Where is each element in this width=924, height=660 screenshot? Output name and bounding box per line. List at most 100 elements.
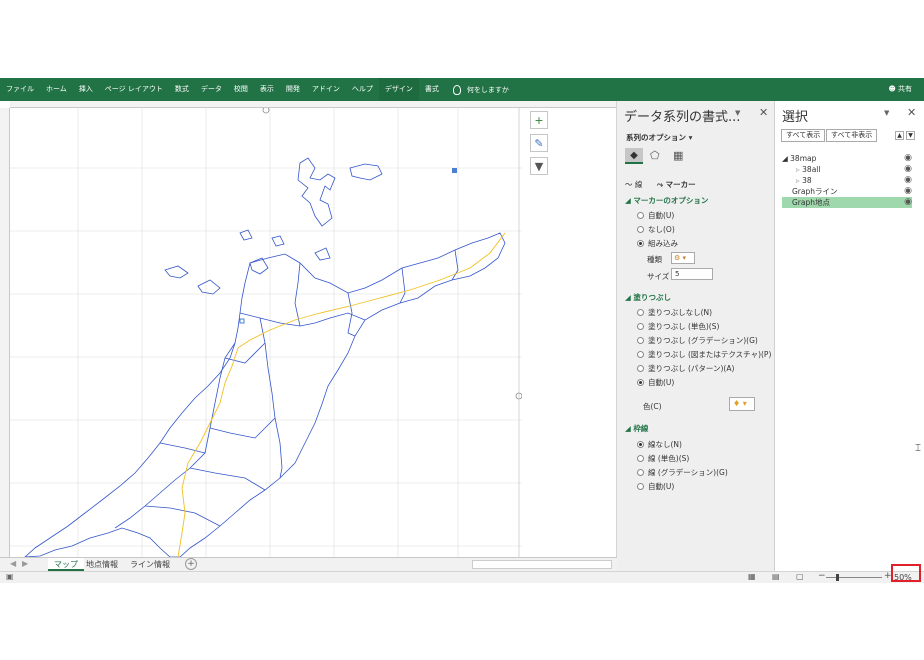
map-chart[interactable]	[10, 108, 522, 557]
bring-forward-icon[interactable]: ▲	[895, 131, 904, 140]
eye-icon[interactable]: ◉	[904, 186, 912, 197]
selection-item-38map[interactable]: ◢ 38map ◉	[782, 153, 912, 164]
type-label: 種類	[647, 255, 662, 264]
eye-icon[interactable]: ◉	[904, 175, 912, 186]
tell-me-box[interactable]: 何をしますか	[445, 84, 509, 95]
border-solid-label: 線 (単色)(S)	[648, 454, 690, 463]
tab-formulas[interactable]: 数式	[169, 78, 195, 101]
tab-home[interactable]: ホーム	[40, 78, 73, 101]
row-header	[0, 108, 10, 557]
column-header	[10, 101, 616, 108]
marker-subtab[interactable]: ⤳ マーカー	[657, 179, 696, 190]
hide-all-button[interactable]: すべて非表示	[826, 129, 878, 142]
chart-styles-button[interactable]: ✎	[530, 134, 548, 152]
series-options-dropdown[interactable]: 系列のオプション ▾	[626, 132, 692, 143]
tab-format[interactable]: 書式	[419, 78, 445, 101]
marker-size-input[interactable]: 5	[671, 268, 713, 280]
fill-auto-option[interactable]: 自動(U)	[637, 377, 674, 388]
close-icon[interactable]: ✕	[907, 106, 916, 119]
fill-none-label: 塗りつぶしなし(N)	[648, 308, 713, 317]
border-section[interactable]: ◢ 枠線	[625, 423, 648, 434]
zoom-slider-thumb[interactable]	[836, 574, 839, 581]
marker-none-option[interactable]: なし(O)	[637, 224, 675, 235]
fill-line-tab-icon[interactable]: ◆	[625, 148, 643, 164]
marker-options-section[interactable]: ◢ マーカーのオプション	[625, 195, 708, 206]
tab-addins[interactable]: アドイン	[306, 78, 346, 101]
excel-window: ファイル ホーム 挿入 ページ レイアウト 数式 データ 校閲 表示 開発 アド…	[0, 78, 924, 583]
tab-design[interactable]: デザイン	[378, 78, 419, 101]
radio-icon	[637, 309, 644, 316]
eye-icon[interactable]: ◉	[904, 153, 912, 164]
radio-icon	[637, 323, 644, 330]
radio-icon	[637, 365, 644, 372]
page-layout-view-icon[interactable]: ▤	[772, 572, 780, 581]
zoom-slider-track[interactable]	[826, 577, 882, 578]
color-label: 色(C)	[643, 402, 662, 411]
marker-type-select[interactable]: ⚙ ▾	[671, 252, 695, 264]
pane-options-chevron-icon[interactable]: ▼	[884, 109, 889, 117]
fill-picture-option[interactable]: 塗りつぶし (図またはテクスチャ)(P)	[637, 349, 771, 360]
graph-point-marker-selected[interactable]	[239, 318, 245, 324]
tab-file[interactable]: ファイル	[0, 78, 40, 101]
horizontal-scrollbar[interactable]	[472, 560, 612, 569]
line-subtab[interactable]: 〜 線	[625, 179, 642, 190]
share-button[interactable]: ☻ 共有	[888, 78, 912, 101]
tab-view[interactable]: 表示	[254, 78, 280, 101]
fill-section[interactable]: ◢ 塗りつぶし	[625, 292, 671, 303]
sheet-tab-map[interactable]: マップ	[48, 558, 84, 571]
fill-solid-option[interactable]: 塗りつぶし (単色)(S)	[637, 321, 719, 332]
selection-item-graph-line[interactable]: Graphライン ◉	[782, 186, 912, 197]
chart-filters-button[interactable]: ▼	[530, 157, 548, 175]
add-sheet-icon[interactable]: +	[185, 558, 197, 570]
fill-gradient-option[interactable]: 塗りつぶし (グラデーション)(G)	[637, 335, 758, 346]
sheet-tab-points[interactable]: 地点情報	[80, 558, 124, 571]
normal-view-icon[interactable]: ▦	[748, 572, 756, 581]
pane-options-chevron-icon[interactable]: ▼	[735, 109, 740, 117]
border-auto-option[interactable]: 自動(U)	[637, 481, 674, 492]
radio-icon	[637, 469, 644, 476]
marker-auto-label: 自動(U)	[648, 211, 675, 220]
tab-developer[interactable]: 開発	[280, 78, 306, 101]
fill-pattern-label: 塗りつぶし (パターン)(A)	[648, 364, 735, 373]
zoom-out-button[interactable]: −	[818, 571, 826, 581]
selection-pane-title: 選択	[782, 110, 809, 125]
tab-page-layout[interactable]: ページ レイアウト	[99, 78, 169, 101]
border-section-label: 枠線	[633, 424, 649, 433]
graph-point-marker[interactable]	[452, 168, 457, 173]
series-options-tab-icon[interactable]: ▦	[673, 149, 683, 162]
chart-resize-handle-top[interactable]	[262, 108, 270, 114]
tab-help[interactable]: ヘルプ	[346, 78, 379, 101]
border-none-option[interactable]: 線なし(N)	[637, 439, 682, 450]
effects-tab-icon[interactable]: ⬠	[650, 149, 660, 162]
send-backward-icon[interactable]: ▼	[906, 131, 915, 140]
eye-icon[interactable]: ◉	[904, 164, 912, 175]
item-name: 38map	[790, 154, 817, 163]
fill-none-option[interactable]: 塗りつぶしなし(N)	[637, 307, 712, 318]
tab-data[interactable]: データ	[195, 78, 228, 101]
border-gradient-option[interactable]: 線 (グラデーション)(G)	[637, 467, 728, 478]
fill-pattern-option[interactable]: 塗りつぶし (パターン)(A)	[637, 363, 734, 374]
tab-scroll-left-icon[interactable]: ◀	[10, 559, 16, 568]
chart-elements-button[interactable]: +	[530, 111, 548, 129]
border-solid-option[interactable]: 線 (単色)(S)	[637, 453, 689, 464]
page-break-view-icon[interactable]: ▢	[796, 572, 804, 581]
fill-auto-label: 自動(U)	[648, 378, 675, 387]
series-options-label: 系列のオプション	[626, 133, 686, 142]
marker-builtin-option[interactable]: 組み込み	[637, 238, 678, 249]
fill-picture-label: 塗りつぶし (図またはテクスチャ)(P)	[648, 350, 772, 359]
radio-selected-icon	[637, 379, 644, 386]
selection-item-graph-point[interactable]: Graph地点 ◉	[782, 197, 912, 208]
close-icon[interactable]: ✕	[759, 106, 768, 119]
radio-icon	[637, 455, 644, 462]
show-all-button[interactable]: すべて表示	[781, 129, 826, 142]
tab-review[interactable]: 校閲	[228, 78, 254, 101]
sheet-tab-lines[interactable]: ライン情報	[124, 558, 176, 571]
selection-item-38[interactable]: ▹ 38 ◉	[782, 175, 912, 186]
tab-insert[interactable]: 挿入	[73, 78, 99, 101]
marker-auto-option[interactable]: 自動(U)	[637, 210, 674, 221]
item-name: 38	[802, 176, 812, 185]
eye-icon[interactable]: ◉	[904, 197, 912, 208]
tab-scroll-right-icon[interactable]: ▶	[22, 559, 28, 568]
fill-color-button[interactable]: ♦ ▾	[729, 397, 755, 411]
selection-item-38all[interactable]: ▹ 38all ◉	[782, 164, 912, 175]
